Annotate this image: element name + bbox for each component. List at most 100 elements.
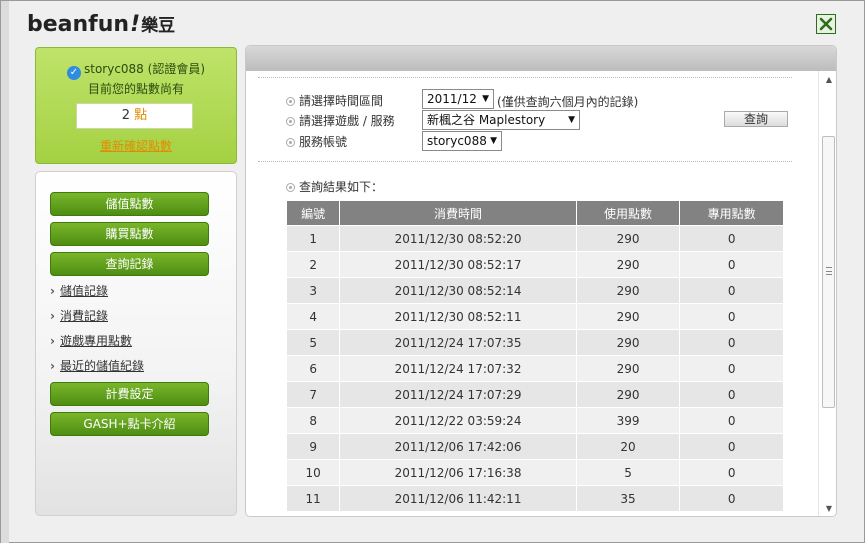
query-records-button[interactable]: 查詢記錄: [50, 252, 209, 276]
cell-time: 2011/12/06 17:42:06: [340, 434, 576, 459]
cell-number: 1: [287, 226, 340, 251]
cell-points-used: 399: [576, 408, 680, 433]
results-table: 編號 消費時間 使用點數 專用點數 1 2011/12/30 08:52:20 …: [286, 200, 784, 512]
table-header-row: 編號 消費時間 使用點數 專用點數: [287, 201, 783, 225]
cell-points-used: 5: [576, 460, 680, 485]
scroll-up-arrow[interactable]: ▲: [822, 73, 836, 87]
cell-dedicated-points: 0: [680, 356, 783, 381]
cell-number: 5: [287, 330, 340, 355]
cell-time: 2011/12/24 17:07:32: [340, 356, 576, 381]
scroll-down-arrow[interactable]: ▼: [822, 502, 836, 516]
results-label-text: 查詢結果如下：: [299, 180, 384, 194]
cell-dedicated-points: 0: [680, 226, 783, 251]
close-icon: [819, 17, 833, 31]
cell-number: 9: [287, 434, 340, 459]
gash-card-intro-button[interactable]: GASH+點卡介紹: [50, 412, 209, 436]
cell-points-used: 290: [576, 330, 680, 355]
cell-points-used: 290: [576, 304, 680, 329]
table-row: 2 2011/12/30 08:52:17 290 0: [287, 252, 783, 277]
vertical-scrollbar[interactable]: ▲ ▼: [818, 71, 836, 516]
billing-settings-button[interactable]: 計費設定: [50, 382, 209, 406]
account-select[interactable]: storyc088 ▼: [422, 131, 502, 151]
results-label: 查詢結果如下：: [286, 178, 383, 195]
deposit-points-button[interactable]: 儲值點數: [50, 192, 209, 216]
cell-dedicated-points: 0: [680, 434, 783, 459]
cell-number: 3: [287, 278, 340, 303]
cell-time: 2011/12/30 08:52:20: [340, 226, 576, 251]
query-button[interactable]: 查詢: [724, 111, 788, 127]
game-select-value: 新楓之谷 Maplestory: [427, 113, 546, 127]
deposit-records-link[interactable]: › 儲值記錄: [50, 282, 108, 299]
bullet-icon: [286, 97, 295, 106]
cell-dedicated-points: 0: [680, 330, 783, 355]
window-left-edge: [1, 1, 9, 543]
table-row: 4 2011/12/30 08:52:11 290 0: [287, 304, 783, 329]
recent-deposits-label: 最近的儲值紀錄: [60, 359, 145, 373]
table-row: 5 2011/12/24 17:07:35 290 0: [287, 330, 783, 355]
cell-time: 2011/12/24 17:07:29: [340, 382, 576, 407]
cell-dedicated-points: 0: [680, 304, 783, 329]
main-panel-header: [246, 46, 836, 71]
beanfun-window: beanfun ! 樂豆 ✓ storyc088 (認證會員) 目前您的點數尚有 …: [0, 0, 865, 543]
period-hint: (僅供查詢六個月內的記錄): [497, 95, 639, 109]
logo-cn: 樂豆: [141, 16, 176, 36]
table-row: 9 2011/12/06 17:42:06 20 0: [287, 434, 783, 459]
cell-number: 4: [287, 304, 340, 329]
scrollbar-thumb[interactable]: [822, 136, 835, 408]
beanfun-logo: beanfun ! 樂豆: [27, 11, 175, 37]
points-value: 2: [121, 108, 131, 123]
cell-number: 11: [287, 486, 340, 511]
chevron-right-icon: ›: [50, 309, 55, 323]
game-points-link[interactable]: › 遊戲專用點數: [50, 332, 132, 349]
points-caption: 目前您的點數尚有: [87, 82, 184, 96]
cell-number: 6: [287, 356, 340, 381]
points-unit: 點: [134, 108, 148, 123]
period-select-value: 2011/12: [427, 92, 477, 106]
table-row: 7 2011/12/24 17:07:29 290 0: [287, 382, 783, 407]
cell-dedicated-points: 0: [680, 252, 783, 277]
cell-points-used: 20: [576, 434, 680, 459]
recent-deposits-link[interactable]: › 最近的儲值紀錄: [50, 357, 144, 374]
cell-time: 2011/12/22 03:59:24: [340, 408, 576, 433]
cell-number: 8: [287, 408, 340, 433]
close-button[interactable]: [816, 14, 836, 34]
col-header-number: 編號: [287, 201, 340, 225]
col-header-dedicated-points: 專用點數: [680, 201, 783, 225]
period-select[interactable]: 2011/12 ▼: [422, 89, 494, 109]
account-summary: ✓ storyc088 (認證會員) 目前您的點數尚有 2 點 重新確認點數: [35, 47, 237, 164]
table-row: 6 2011/12/24 17:07:32 290 0: [287, 356, 783, 381]
cell-time: 2011/12/30 08:52:14: [340, 278, 576, 303]
cell-dedicated-points: 0: [680, 460, 783, 485]
cell-points-used: 290: [576, 252, 680, 277]
spending-records-link[interactable]: › 消費記錄: [50, 307, 108, 324]
account-username: ✓ storyc088 (認證會員): [36, 60, 236, 80]
cell-time: 2011/12/06 17:16:38: [340, 460, 576, 485]
account-username-text: storyc088 (認證會員): [83, 62, 205, 76]
chevron-right-icon: ›: [50, 284, 55, 298]
chevron-down-icon: ▼: [490, 136, 497, 146]
cell-time: 2011/12/30 08:52:17: [340, 252, 576, 277]
col-header-time: 消費時間: [340, 201, 576, 225]
chevron-down-icon: ▼: [568, 115, 575, 125]
col-header-points-used: 使用點數: [576, 201, 680, 225]
cell-number: 10: [287, 460, 340, 485]
table-row: 11 2011/12/06 11:42:11 35 0: [287, 486, 783, 511]
buy-points-button[interactable]: 購買點數: [50, 222, 209, 246]
recheck-points-link[interactable]: 重新確認點數: [36, 137, 236, 154]
period-label: 請選擇時間區間: [286, 92, 383, 109]
cell-points-used: 290: [576, 226, 680, 251]
sidebar-menu: 儲值點數 購買點數 查詢記錄 › 儲值記錄 › 消費記錄 › 遊戲專用點數 › 最近的儲…: [35, 171, 237, 516]
chevron-right-icon: ›: [50, 334, 55, 348]
table-row: 3 2011/12/30 08:52:14 290 0: [287, 278, 783, 303]
game-select[interactable]: 新楓之谷 Maplestory ▼: [422, 110, 580, 130]
cell-time: 2011/12/24 17:07:35: [340, 330, 576, 355]
account-select-value: storyc088: [427, 134, 487, 148]
grip-icon: [826, 267, 832, 275]
top-divider: [258, 77, 792, 78]
bullet-icon: [286, 138, 295, 147]
deposit-records-label: 儲值記錄: [60, 284, 109, 298]
game-label: 請選擇遊戲 / 服務: [286, 112, 395, 129]
chevron-right-icon: ›: [50, 359, 55, 373]
form-divider: [258, 161, 792, 162]
bullet-icon: [286, 117, 295, 126]
